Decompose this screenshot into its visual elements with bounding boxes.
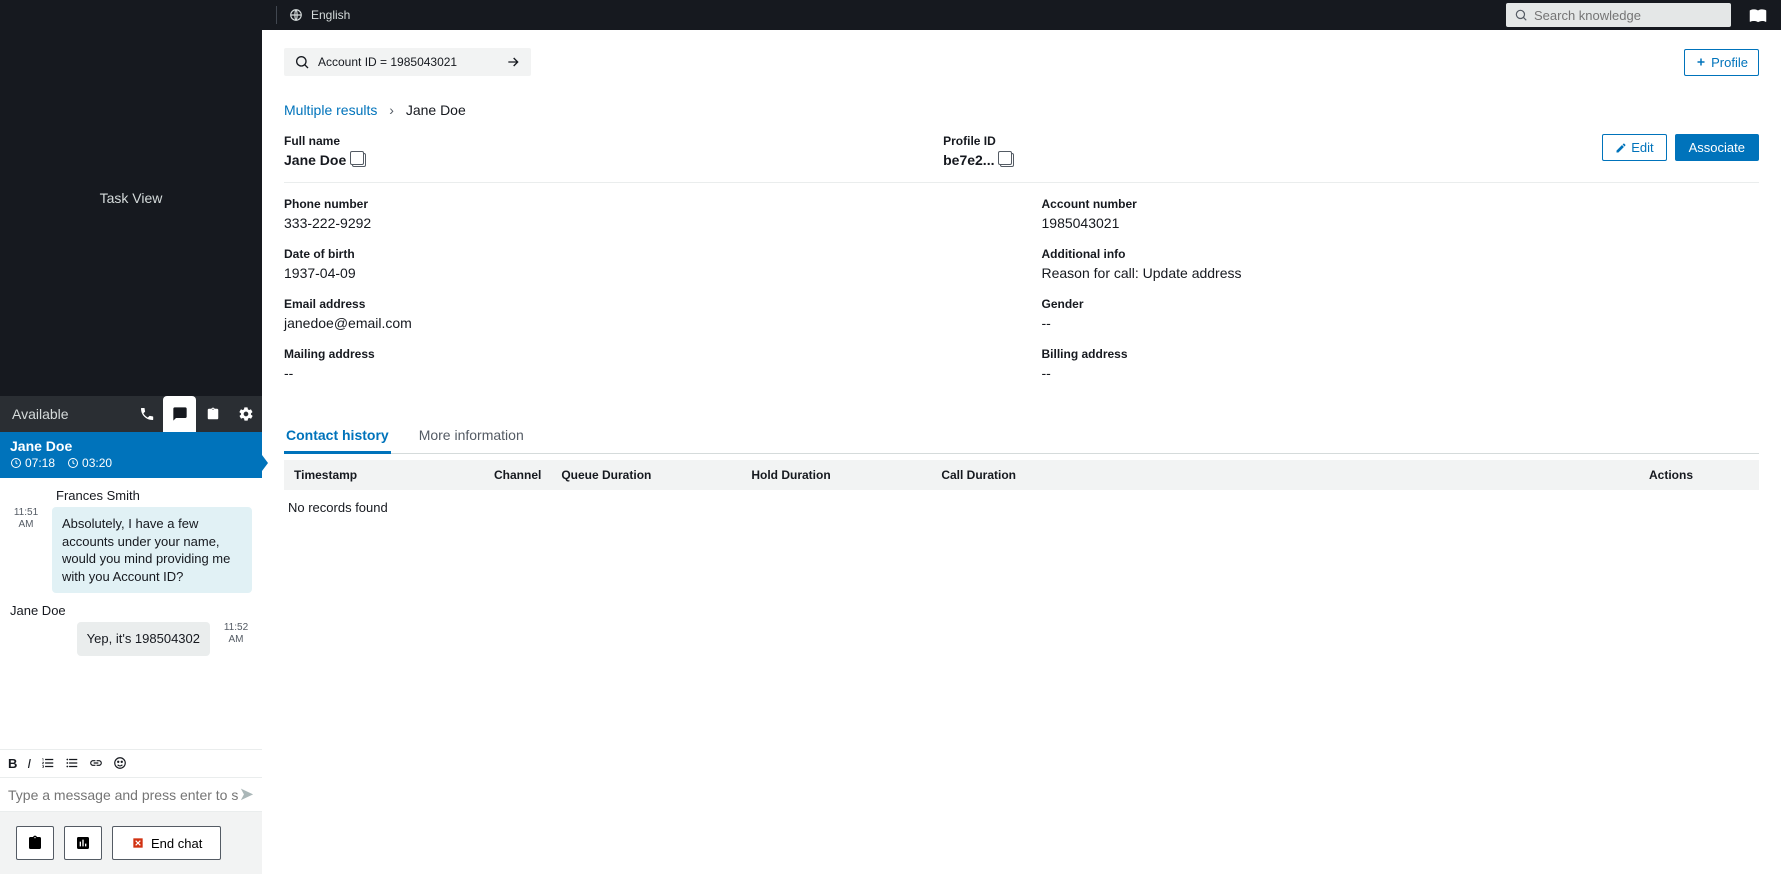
search-icon <box>1514 8 1528 22</box>
info-value: Reason for call: Update address <box>1042 265 1760 281</box>
chevron-right-icon: › <box>389 102 394 118</box>
col-timestamp: Timestamp <box>284 460 484 490</box>
chat-icon[interactable] <box>163 396 196 432</box>
compose-input[interactable] <box>8 787 239 803</box>
agent-sender-label: Frances Smith <box>6 486 256 507</box>
col-call-duration: Call Duration <box>931 460 1639 490</box>
full-name-label: Full name <box>284 134 943 148</box>
customer-message: Yep, it's 198504302 <box>77 622 210 656</box>
topbar: English <box>262 0 1781 30</box>
send-icon[interactable]: ➤ <box>239 784 254 805</box>
info-label: Additional info <box>1042 247 1760 261</box>
breadcrumb: Multiple results › Jane Doe <box>284 102 1759 118</box>
breadcrumb-root[interactable]: Multiple results <box>284 102 377 118</box>
transfer-button[interactable] <box>64 826 102 860</box>
search-knowledge-input[interactable] <box>1534 8 1723 23</box>
mailing-value: -- <box>284 365 1002 381</box>
gender-value: -- <box>1042 315 1760 331</box>
cust-msg-time: 11:52 AM <box>216 622 256 646</box>
task-icon[interactable] <box>196 396 229 432</box>
gear-icon[interactable] <box>229 396 262 432</box>
breadcrumb-leaf: Jane Doe <box>406 102 466 118</box>
col-actions: Actions <box>1639 460 1759 490</box>
search-pill-text: Account ID = 1985043021 <box>318 55 457 69</box>
plus-icon <box>1695 56 1707 68</box>
edit-button[interactable]: Edit <box>1602 134 1666 161</box>
copy-icon[interactable] <box>352 153 366 167</box>
phone-label: Phone number <box>284 197 1002 211</box>
account-value: 1985043021 <box>1042 215 1760 231</box>
bold-icon[interactable]: B <box>8 756 17 771</box>
gender-label: Gender <box>1042 297 1760 311</box>
table-empty: No records found <box>284 490 1759 525</box>
billing-value: -- <box>1042 365 1760 381</box>
search-icon <box>294 54 310 70</box>
col-channel: Channel <box>484 460 551 490</box>
globe-icon[interactable] <box>289 8 303 22</box>
agent-status-bar: Available <box>0 396 262 432</box>
active-contact-card[interactable]: Jane Doe 07:18 03:20 <box>0 432 262 478</box>
phone-icon[interactable] <box>130 396 163 432</box>
end-chat-button[interactable]: End chat <box>112 826 221 860</box>
col-hold-duration: Hold Duration <box>741 460 931 490</box>
add-profile-button[interactable]: Profile <box>1684 49 1759 76</box>
contact-timer-2: 03:20 <box>67 456 112 470</box>
italic-icon[interactable]: I <box>27 756 31 771</box>
tab-more-information[interactable]: More information <box>417 419 526 453</box>
agent-status[interactable]: Available <box>0 406 130 422</box>
agent-message: Absolutely, I have a few accounts under … <box>52 507 252 593</box>
customer-sender-label: Jane Doe <box>6 601 256 622</box>
copy-icon[interactable] <box>1000 153 1014 167</box>
dob-value: 1937-04-09 <box>284 265 1002 281</box>
search-knowledge[interactable] <box>1506 3 1731 27</box>
phone-value: 333-222-9292 <box>284 215 1002 231</box>
dob-label: Date of birth <box>284 247 1002 261</box>
compose-toolbar: B I <box>0 749 262 778</box>
ordered-list-icon[interactable] <box>41 756 55 771</box>
emoji-icon[interactable] <box>113 756 127 771</box>
bullet-list-icon[interactable] <box>65 756 79 771</box>
language-label[interactable]: English <box>311 8 350 22</box>
email-label: Email address <box>284 297 1002 311</box>
link-icon[interactable] <box>89 756 103 771</box>
task-view-title: Task View <box>0 0 262 396</box>
associate-button[interactable]: Associate <box>1675 134 1759 161</box>
mailing-label: Mailing address <box>284 347 1002 361</box>
col-queue-duration: Queue Duration <box>551 460 741 490</box>
arrow-right-icon[interactable] <box>505 54 521 70</box>
table-header: Timestamp Channel Queue Duration Hold Du… <box>284 460 1759 490</box>
billing-label: Billing address <box>1042 347 1760 361</box>
tab-contact-history[interactable]: Contact history <box>284 419 391 454</box>
agent-msg-time: 11:51 AM <box>6 507 46 531</box>
contact-timer-1: 07:18 <box>10 456 55 470</box>
profile-id-value: be7e2... <box>943 152 994 168</box>
pencil-icon <box>1615 142 1627 154</box>
clipboard-button[interactable] <box>16 826 54 860</box>
profile-id-label: Profile ID <box>943 134 1602 148</box>
contact-name: Jane Doe <box>10 438 252 454</box>
email-value: janedoe@email.com <box>284 315 1002 331</box>
full-name-value: Jane Doe <box>284 152 346 168</box>
search-pill[interactable]: Account ID = 1985043021 <box>284 48 531 76</box>
account-label: Account number <box>1042 197 1760 211</box>
book-icon[interactable] <box>1749 6 1767 24</box>
